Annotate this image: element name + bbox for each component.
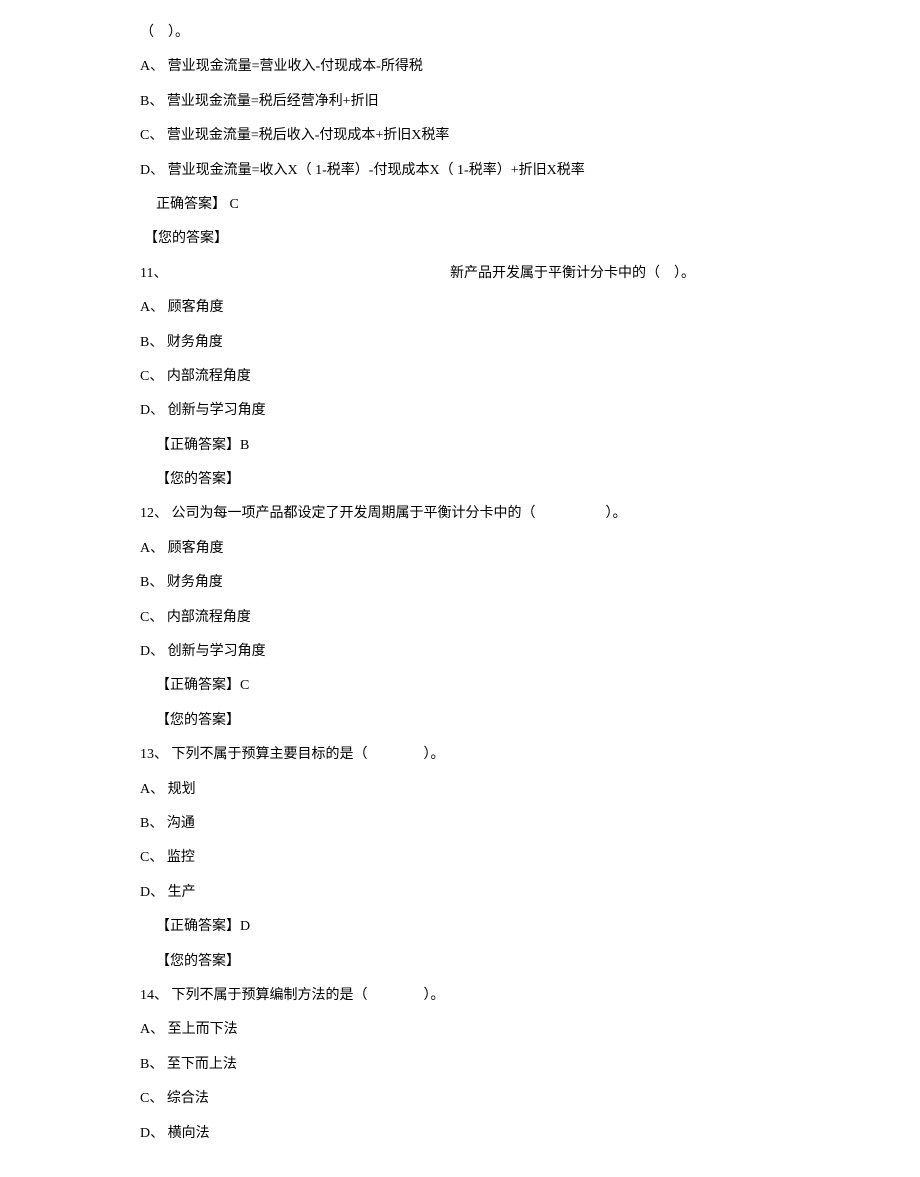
q14-option-a: A、 至上而下法	[140, 1019, 780, 1041]
q10-option-d: D、 营业现金流量=收入X（ 1-税率）-付现成本X（ 1-税率）+折旧X税率	[140, 160, 780, 182]
q11-option-c: C、 内部流程角度	[140, 366, 780, 388]
q12-your-answer: 【您的答案】	[156, 710, 780, 732]
q11-option-a: A、 顾客角度	[140, 297, 780, 319]
q11-correct-answer: 【正确答案】B	[156, 435, 780, 457]
q14-stem: 14、 下列不属于预算编制方法的是（ ）。	[140, 985, 780, 1007]
q10-correct-answer: 正确答案】 C	[156, 194, 780, 216]
q13-option-b: B、 沟通	[140, 813, 780, 835]
q13-correct-answer: 【正确答案】D	[156, 916, 780, 938]
q10-stem-tail: （ ）。	[140, 22, 780, 44]
q10-option-b: B、 营业现金流量=税后经营净利+折旧	[140, 91, 780, 113]
document-page: （ ）。 A、 营业现金流量=营业收入-付现成本-所得税 B、 营业现金流量=税…	[0, 0, 920, 1177]
q12-stem: 12、 公司为每一项产品都设定了开发周期属于平衡计分卡中的（ ）。	[140, 503, 780, 525]
q13-option-d: D、 生产	[140, 882, 780, 904]
q10-your-answer: 【您的答案】	[144, 228, 780, 250]
q12-option-b: B、 财务角度	[140, 572, 780, 594]
q11-stem: 11、新产品开发属于平衡计分卡中的（ ）。	[140, 263, 780, 285]
q14-option-b: B、 至下而上法	[140, 1054, 780, 1076]
q12-option-a: A、 顾客角度	[140, 538, 780, 560]
q10-option-a: A、 营业现金流量=营业收入-付现成本-所得税	[140, 56, 780, 78]
q12-correct-answer: 【正确答案】C	[156, 675, 780, 697]
q11-stem-text: 新产品开发属于平衡计分卡中的（ ）。	[450, 266, 695, 281]
q14-option-d: D、 横向法	[140, 1123, 780, 1145]
q11-option-b: B、 财务角度	[140, 332, 780, 354]
q10-option-c: C、 营业现金流量=税后收入-付现成本+折旧X税率	[140, 125, 780, 147]
q14-option-c: C、 综合法	[140, 1088, 780, 1110]
q13-your-answer: 【您的答案】	[156, 951, 780, 973]
q12-option-d: D、 创新与学习角度	[140, 641, 780, 663]
q13-option-a: A、 规划	[140, 779, 780, 801]
q11-your-answer: 【您的答案】	[156, 469, 780, 491]
q11-option-d: D、 创新与学习角度	[140, 400, 780, 422]
q11-number: 11、	[140, 263, 450, 285]
q12-option-c: C、 内部流程角度	[140, 607, 780, 629]
q13-option-c: C、 监控	[140, 847, 780, 869]
q13-stem: 13、 下列不属于预算主要目标的是（ ）。	[140, 744, 780, 766]
